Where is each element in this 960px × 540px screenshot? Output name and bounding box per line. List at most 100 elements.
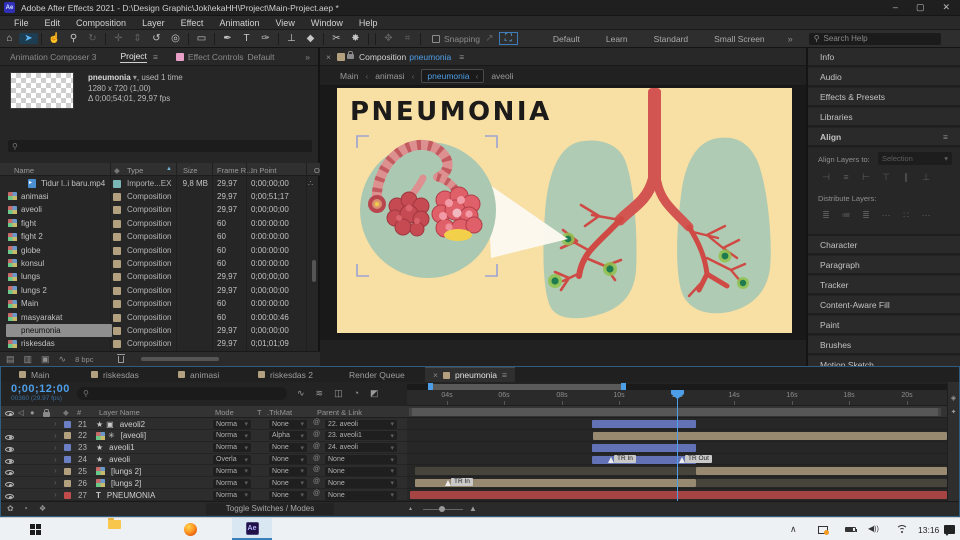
project-row[interactable]: fight Composition 60 0:00:00:00 <box>0 217 320 230</box>
new-folder-icon[interactable]: ▥ <box>24 354 33 365</box>
layer-row[interactable]: › 27 T PNEUMONIA Norma ▾ None ▾ @ None ▾ <box>1 489 407 502</box>
pickwhip-icon[interactable]: @ <box>313 431 320 438</box>
pan-camera-tool-icon[interactable]: ✛ <box>109 33 128 44</box>
panel-section-effects-presets[interactable]: Effects & Presets <box>808 88 960 107</box>
roto-brush-tool-icon[interactable]: ✂ <box>327 33 346 44</box>
layer-duration-bar[interactable] <box>593 431 947 440</box>
visibility-toggle[interactable] <box>5 492 14 501</box>
item-name[interactable]: animasi <box>21 192 49 201</box>
layer-label-color[interactable] <box>64 491 71 499</box>
expand-arrow-icon[interactable]: › <box>54 419 57 428</box>
menu-effect[interactable]: Effect <box>173 18 212 28</box>
distribute-icon-3[interactable]: ⋯ <box>876 210 896 221</box>
project-row[interactable]: animasi Composition 29,97 0;00;51;17 <box>0 190 320 203</box>
eraser-tool-icon[interactable]: ◆ <box>301 33 320 44</box>
bone-tool-icon[interactable]: ✥ <box>379 33 398 44</box>
menu-view[interactable]: View <box>267 18 302 28</box>
maximize-icon[interactable]: ▢ <box>916 2 925 13</box>
layer-row[interactable]: › 22 ✳ [aveoli] Norma ▾ Alpha ▾ @23. aveoli1 ▾ <box>1 429 407 442</box>
layer-duration-bar[interactable] <box>696 479 947 488</box>
comp-tab-name[interactable]: pneumonia <box>409 52 451 62</box>
breadcrumb-item[interactable]: pneumonia <box>427 71 469 81</box>
close-tab-icon[interactable]: × <box>433 370 438 380</box>
project-row[interactable]: lungs 2 Composition 29,97 0;00;00;00 <box>0 284 320 297</box>
label-color[interactable] <box>113 300 121 309</box>
item-name[interactable]: lungs <box>21 272 40 281</box>
panel-section-tracker[interactable]: Tracker <box>808 276 960 295</box>
layer-name[interactable]: aveoli1 <box>109 443 134 452</box>
layer-label-color[interactable] <box>64 432 71 440</box>
column-type[interactable]: Type <box>127 166 143 175</box>
layer-row[interactable]: › 23 ★ aveoli1 Norma ▾ None ▾ @24. aveoli ▾ <box>1 441 407 454</box>
menu-help[interactable]: Help <box>351 18 386 28</box>
align-to-dropdown[interactable]: Selection ▾ <box>878 152 952 165</box>
project-row[interactable]: Main Composition 60 0:00:00:00 <box>0 298 320 311</box>
pickwhip-icon[interactable]: @ <box>313 419 320 426</box>
distribute-icon-1[interactable]: ≔ <box>836 210 856 221</box>
panel-section-brushes[interactable]: Brushes <box>808 336 960 355</box>
orbit-tool-icon[interactable]: ↻ <box>83 33 102 44</box>
layer-duration-bar[interactable] <box>592 420 696 428</box>
expand-arrow-icon[interactable]: › <box>54 478 57 487</box>
parent-dropdown[interactable]: None ▾ <box>325 455 397 465</box>
trkmat-dropdown[interactable]: None ▾ <box>269 466 307 476</box>
waveform-icon[interactable]: ∿ <box>59 354 67 365</box>
transition-marker[interactable]: TR In <box>445 478 473 487</box>
distribute-icon-0[interactable]: ≣ <box>816 210 836 221</box>
project-row[interactable]: fight 2 Composition 60 0:00:00:00 <box>0 231 320 244</box>
label-color[interactable] <box>113 340 121 349</box>
label-color[interactable] <box>113 246 121 255</box>
layer-row[interactable]: › 25 [lungs 2] Norma ▾ None ▾ @ None ▾ <box>1 465 407 478</box>
mode-dropdown[interactable]: Norma ▾ <box>213 419 251 429</box>
brush-tool-icon[interactable]: ✑ <box>256 33 275 44</box>
mode-dropdown[interactable]: Norma ▾ <box>213 443 251 453</box>
align-icon-1[interactable]: ≡ <box>836 172 856 182</box>
label-color[interactable] <box>113 313 121 322</box>
rectangle-tool-icon[interactable]: ▭ <box>192 33 211 44</box>
project-row[interactable]: lungs Composition 29,97 0;00;00;00 <box>0 271 320 284</box>
mode-dropdown[interactable]: Norma ▾ <box>213 478 251 488</box>
frame-blend-master-icon[interactable]: ◔ <box>23 504 28 513</box>
timeline-tab-render-queue[interactable]: Render Queue <box>349 367 405 382</box>
column-name[interactable]: Name <box>14 166 34 175</box>
hand-tool-icon[interactable]: ☝ <box>45 33 64 44</box>
layer-row[interactable]: › 24 ★ aveoli Overla ▾ None ▾ @ None ▾ <box>1 453 407 466</box>
trkmat-dropdown[interactable]: None ▾ <box>269 478 307 488</box>
current-time-display[interactable]: 0;00;12;00 <box>11 383 70 395</box>
expand-arrow-icon[interactable]: › <box>54 443 57 452</box>
item-name[interactable]: globe <box>21 246 41 255</box>
clock[interactable]: 13:16 <box>918 525 939 535</box>
layer-row[interactable]: › 21 ★ ▣ aveoli2 Norma ▾ None ▾ @22. aveoli ▾ <box>1 418 407 430</box>
more-tabs-icon[interactable]: » <box>297 52 318 62</box>
motion-blur-icon[interactable]: ◔ <box>354 388 359 399</box>
project-row[interactable]: pneumonia Composition 29,97 0;00;00;00 <box>0 324 320 337</box>
workspace-learn[interactable]: Learn <box>593 34 641 44</box>
composition-viewer[interactable]: ✹ PNEUMONIA <box>320 86 806 340</box>
zoom-out-mountain-icon[interactable]: ▴ <box>409 505 412 512</box>
item-name[interactable]: konsul <box>21 259 44 268</box>
pickwhip-icon[interactable]: @ <box>313 466 320 473</box>
layer-label-color[interactable] <box>64 444 71 452</box>
project-search-input[interactable]: ⚲ <box>8 140 312 152</box>
distribute-icon-2[interactable]: ≣ <box>856 210 876 221</box>
tab-menu-icon[interactable]: ≡ <box>502 370 507 380</box>
layer-label-color[interactable] <box>64 467 71 475</box>
speaker-icon[interactable]: ◀)) <box>868 524 879 533</box>
expand-arrow-icon[interactable]: › <box>54 490 57 499</box>
camera-tool-icon[interactable]: ◎ <box>166 33 185 44</box>
menu-edit[interactable]: Edit <box>37 18 69 28</box>
label-color[interactable] <box>113 326 121 335</box>
graph-editor-icon[interactable]: ◩ <box>370 388 379 399</box>
label-color[interactable] <box>113 179 121 188</box>
zoom-in-mountain-icon[interactable]: ▲ <box>469 504 477 513</box>
panel-section-info[interactable]: Info <box>808 48 960 67</box>
distribute-icon-5[interactable]: ⋯ <box>916 210 936 221</box>
composition-mini-flowchart-icon[interactable]: ∿ <box>297 388 305 399</box>
panel-section-align[interactable]: Align ≡ <box>808 128 960 147</box>
dolly-tool-icon[interactable]: ⇕ <box>128 33 147 44</box>
zoom-tool-icon[interactable]: ⚲ <box>64 33 83 44</box>
minimize-icon[interactable]: – <box>893 2 898 13</box>
comp-tab-label[interactable]: Composition <box>356 52 409 62</box>
shy-master-icon[interactable]: ✿ <box>7 504 14 513</box>
visibility-toggle[interactable] <box>5 433 14 442</box>
